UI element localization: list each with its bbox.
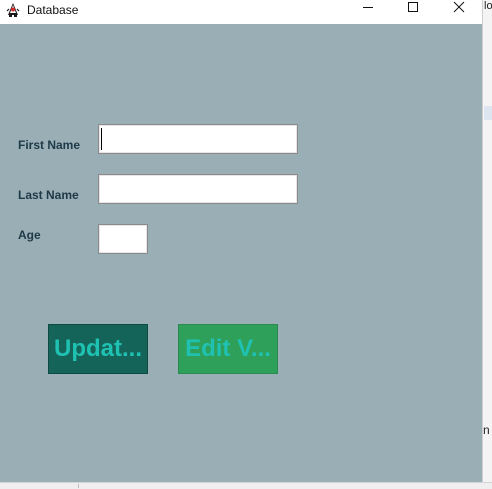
window-title: Database — [27, 3, 79, 17]
background-separator — [78, 484, 79, 488]
age-label: Age — [18, 228, 41, 242]
first-name-label: First Name — [18, 138, 81, 152]
last-name-label: Last Name — [18, 188, 79, 202]
minimize-button[interactable] — [345, 0, 391, 18]
background-text-fragment: lo — [484, 0, 492, 12]
close-icon — [453, 0, 465, 18]
maximize-button[interactable] — [390, 0, 436, 18]
form-panel — [0, 24, 482, 482]
background-highlight — [484, 106, 492, 120]
database-window: Database First Name Last Name Age Updat.… — [0, 0, 482, 482]
background-window-edge — [482, 0, 492, 488]
first-name-input[interactable] — [98, 124, 298, 154]
edit-button-label: Edit V... — [185, 335, 271, 362]
update-button[interactable]: Updat... — [48, 324, 148, 374]
age-input[interactable] — [98, 224, 148, 254]
maximize-icon — [407, 0, 419, 18]
update-button-label: Updat... — [54, 335, 142, 362]
minimize-icon — [362, 0, 374, 18]
background-text-fragment: n — [483, 423, 490, 437]
title-bar[interactable]: Database — [0, 0, 482, 24]
close-button[interactable] — [436, 0, 482, 18]
last-name-input[interactable] — [98, 174, 298, 204]
text-caret — [101, 128, 102, 150]
edit-button[interactable]: Edit V... — [178, 324, 278, 374]
java-duke-icon — [5, 2, 21, 18]
